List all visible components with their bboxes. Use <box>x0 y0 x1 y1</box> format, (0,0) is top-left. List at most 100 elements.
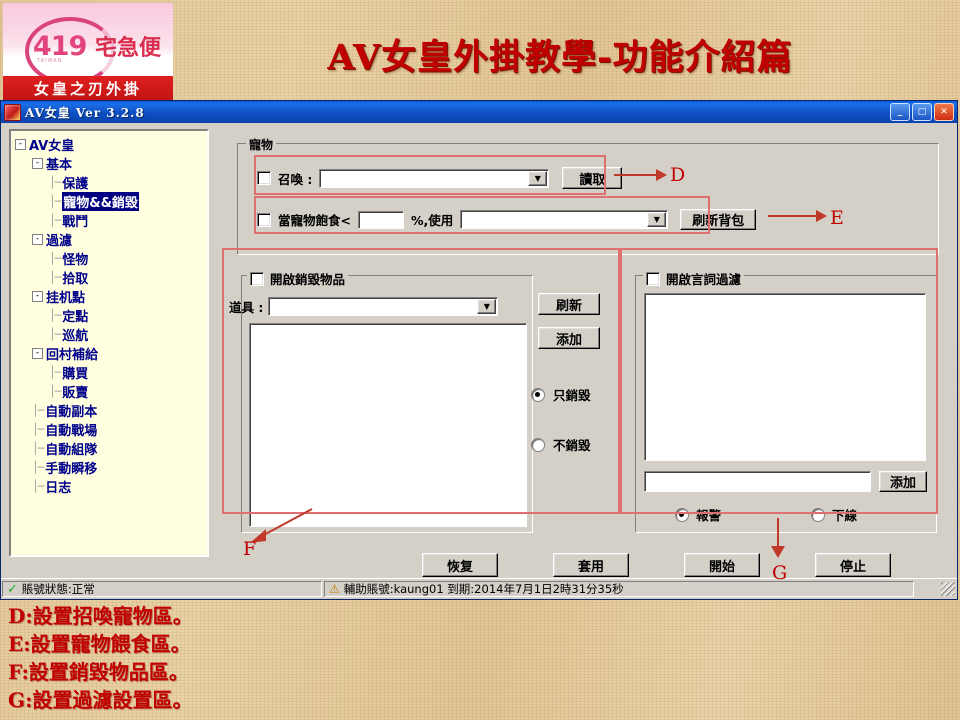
tree-item-label: 怪物 <box>62 253 89 268</box>
tree-leaf-connector: │─ <box>32 461 44 474</box>
tree-leaf-connector: │─ <box>32 480 44 493</box>
destroy-only-radio-row[interactable]: 只銷毀 <box>531 385 591 404</box>
tree-item[interactable]: │─ 手動瞬移 <box>15 458 207 477</box>
tree-item[interactable]: │─ 拾取 <box>15 268 207 287</box>
tree-leaf-connector: │─ <box>49 271 61 284</box>
annotation-letter-d: D <box>670 164 686 186</box>
tree-item[interactable]: │─ 自動副本 <box>15 401 207 420</box>
tree-item[interactable]: │─ 保護 <box>15 173 207 192</box>
close-button[interactable]: ✕ <box>934 103 954 121</box>
tree-expander-icon[interactable]: - <box>32 158 43 169</box>
tree-leaf-connector: │─ <box>49 214 61 227</box>
summon-combobox[interactable]: ▼ <box>319 168 550 188</box>
tree-item[interactable]: │─ 巡航 <box>15 325 207 344</box>
add-item-button[interactable]: 添加 <box>538 327 600 349</box>
navigation-tree[interactable]: - AV女皇 - 基本 │─ 保護 │─ 寵物&&銷毀 │─ 戰鬥 - 過濾 │─ 怪物 │─ 拾取 - 挂机點 │… <box>9 129 209 557</box>
window-titlebar[interactable]: AV女皇 Ver 3.2.8 _ □ ✕ <box>1 101 957 123</box>
tree-item[interactable]: - 挂机點 <box>15 287 207 306</box>
destroy-item-listbox[interactable] <box>249 323 527 527</box>
tree-leaf-connector: │─ <box>32 442 44 455</box>
tree-item-label: 販賣 <box>62 386 89 401</box>
arrow-head-e <box>816 210 827 222</box>
tree-item[interactable]: │─ 日志 <box>15 477 207 496</box>
apply-button[interactable]: 套用 <box>553 553 629 577</box>
offline-radio[interactable] <box>811 507 825 522</box>
tree-item[interactable]: - AV女皇 <box>15 135 207 154</box>
chevron-down-icon[interactable]: ▼ <box>477 299 497 314</box>
tree-expander-icon[interactable]: - <box>32 291 43 302</box>
chevron-down-icon[interactable]: ▼ <box>528 170 548 186</box>
tree-expander-icon[interactable]: - <box>15 139 26 150</box>
legend-line: F:設置銷毀物品區。 <box>8 660 189 684</box>
arrow-line-d <box>614 174 658 176</box>
restore-button[interactable]: 恢复 <box>422 553 498 577</box>
destroy-groupbox-title: 開啟銷毀物品 <box>270 272 346 287</box>
hunger-percent-input[interactable] <box>357 210 404 229</box>
tree-item[interactable]: │─ 販賣 <box>15 382 207 401</box>
status-bar: ✓ 賬號狀態:正常 ⚠ 輔助賬號:kaung01 到期:2014年7月1日2時3… <box>1 578 957 599</box>
no-destroy-radio[interactable] <box>531 437 545 452</box>
chevron-down-icon[interactable]: ▼ <box>647 212 667 227</box>
tree-item[interactable]: │─ 戰鬥 <box>15 211 207 230</box>
pet-groupbox: 寵物 <box>237 136 939 255</box>
tree-item-label: 自動組隊 <box>45 443 98 458</box>
tree-item[interactable]: │─ 購買 <box>15 363 207 382</box>
tree-item[interactable]: │─ 自動戰場 <box>15 420 207 439</box>
tree-leaf-connector: │─ <box>49 328 61 341</box>
tree-item[interactable]: - 回村補給 <box>15 344 207 363</box>
application-window: AV女皇 Ver 3.2.8 _ □ ✕ - AV女皇 - 基本 │─ 保護 │─ 寵物&&銷… <box>0 100 958 600</box>
enable-filter-checkbox[interactable] <box>646 271 660 286</box>
enable-destroy-checkbox[interactable] <box>250 271 264 286</box>
tree-item-label: 挂机點 <box>46 291 86 306</box>
resize-grip-icon[interactable] <box>941 582 955 596</box>
minimize-button[interactable]: _ <box>890 103 910 121</box>
filter-word-listbox[interactable] <box>644 293 926 461</box>
hunger-label: 當寵物飽食< <box>278 213 351 228</box>
stop-button[interactable]: 停止 <box>815 553 891 577</box>
maximize-button[interactable]: □ <box>912 103 932 121</box>
destroy-only-radio[interactable] <box>531 387 545 402</box>
filter-word-input[interactable] <box>644 471 871 492</box>
destroy-only-label: 只銷毀 <box>553 388 591 403</box>
tree-expander-icon[interactable]: - <box>32 348 43 359</box>
offline-label: 下線 <box>832 508 858 523</box>
tree-item[interactable]: │─ 定點 <box>15 306 207 325</box>
tree-leaf-connector: │─ <box>32 404 44 417</box>
no-destroy-radio-row[interactable]: 不銷毀 <box>531 435 591 454</box>
summon-label: 召喚 : <box>278 171 313 187</box>
tree-expander-icon[interactable]: - <box>32 234 43 245</box>
tree-item[interactable]: - 過濾 <box>15 230 207 249</box>
legend-line: E:設置寵物餵食區。 <box>8 632 191 656</box>
offline-radio-row[interactable]: 下線 <box>811 505 857 524</box>
tree-leaf-connector: │─ <box>49 195 61 208</box>
alarm-radio[interactable] <box>675 507 689 522</box>
summon-checkbox[interactable] <box>257 171 271 185</box>
legend-block: D:設置招喚寵物區。 E:設置寵物餵食區。 F:設置銷毀物品區。 G:設置過濾設置區。 <box>8 602 528 714</box>
refresh-button[interactable]: 刷新 <box>538 293 600 315</box>
item-combobox[interactable]: ▼ <box>268 297 499 316</box>
assist-account-text: 輔助賬號:kaung01 到期:2014年7月1日2時31分35秒 <box>343 582 624 596</box>
arrow-head-d <box>656 169 667 181</box>
refresh-bag-button[interactable]: 刷新背包 <box>680 209 757 230</box>
tree-item-label: 戰鬥 <box>62 215 89 230</box>
food-combobox-value <box>461 211 646 228</box>
tree-leaf-connector: │─ <box>49 385 61 398</box>
hunger-checkbox[interactable] <box>257 212 271 227</box>
check-icon: ✓ <box>7 581 18 597</box>
alarm-radio-row[interactable]: 報警 <box>675 505 721 524</box>
tree-item[interactable]: │─ 怪物 <box>15 249 207 268</box>
tree-item-label: 定點 <box>62 310 89 325</box>
tree-item[interactable]: │─ 自動組隊 <box>15 439 207 458</box>
app-icon <box>4 103 21 121</box>
food-combobox[interactable]: ▼ <box>460 210 669 229</box>
tree-item[interactable]: - 基本 <box>15 154 207 173</box>
read-button[interactable]: 讀取 <box>562 167 623 189</box>
start-button[interactable]: 開始 <box>684 553 760 577</box>
warning-icon: ⚠ <box>329 582 340 596</box>
add-filter-button[interactable]: 添加 <box>879 471 927 492</box>
tree-item-label: 拾取 <box>62 272 89 287</box>
tree-leaf-connector: │─ <box>49 252 61 265</box>
account-status-cell: ✓ 賬號狀態:正常 <box>2 581 322 597</box>
logo-tiny-text: TAIWAN <box>37 58 63 64</box>
tree-item[interactable]: │─ 寵物&&銷毀 <box>15 192 207 211</box>
